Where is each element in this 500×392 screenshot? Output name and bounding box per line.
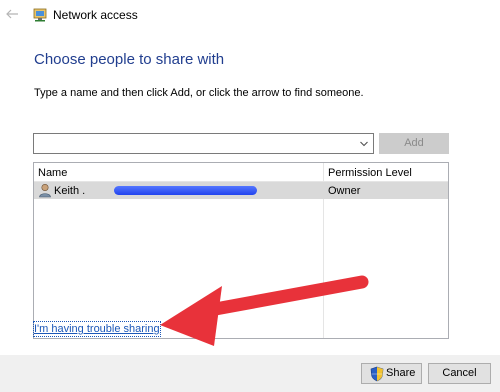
instructions-text: Type a name and then click Add, or click…: [34, 87, 364, 99]
list-item[interactable]: Keith . Owner: [34, 182, 448, 199]
network-access-dialog: Network access Choose people to share wi…: [0, 0, 500, 392]
uac-shield-icon: [370, 366, 384, 382]
share-button[interactable]: Share: [361, 363, 422, 384]
trouble-sharing-link[interactable]: I'm having trouble sharing: [33, 321, 161, 337]
user-icon: [38, 183, 52, 198]
share-label: Share: [386, 367, 416, 379]
dialog-footer: Share Cancel: [0, 355, 500, 392]
add-button[interactable]: Add: [379, 133, 449, 154]
redaction-mark: [114, 186, 257, 195]
network-share-icon: [33, 8, 47, 22]
name-combo-box[interactable]: [33, 133, 374, 154]
column-header-name[interactable]: Name: [38, 166, 67, 180]
user-name: Keith .: [54, 185, 86, 197]
window-title: Network access: [53, 8, 138, 22]
cancel-button[interactable]: Cancel: [428, 363, 491, 384]
back-arrow-icon[interactable]: [4, 6, 20, 22]
column-header-permission[interactable]: Permission Level: [328, 166, 412, 180]
title-bar: Network access: [0, 0, 500, 30]
chevron-down-icon[interactable]: [359, 137, 369, 149]
page-heading: Choose people to share with: [34, 51, 225, 68]
permission-level[interactable]: Owner: [328, 184, 360, 198]
list-header: Name Permission Level: [34, 163, 448, 182]
red-arrow-annotation: [160, 275, 369, 346]
